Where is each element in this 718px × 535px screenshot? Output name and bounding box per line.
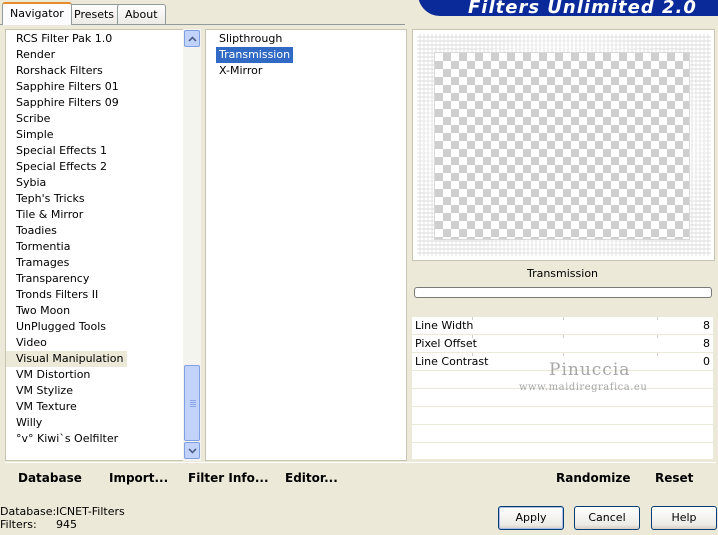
param-row-pixel-offset[interactable]: Pixel Offset 8 [412, 335, 713, 353]
watermark-url: www.maidiregrafica.eu [519, 382, 648, 393]
scroll-thumb[interactable] [184, 365, 200, 441]
filters-status-label: Filters: [0, 518, 37, 531]
preview-filter-name: Transmission [526, 267, 599, 280]
category-item[interactable]: UnPlugged Tools [6, 319, 106, 335]
param-label: Line Contrast [415, 355, 489, 368]
param-row-line-width[interactable]: Line Width 8 [412, 317, 713, 335]
database-status-label: Database: [0, 505, 57, 518]
category-item[interactable]: VM Texture [6, 399, 77, 415]
watermark-title: Pinuccia [549, 360, 631, 380]
database-status-value: ICNET-Filters [56, 505, 125, 518]
chevron-down-icon [187, 447, 197, 454]
bottom-toolbar: Database Import... Filter Info... Editor… [5, 462, 716, 492]
apply-button[interactable]: Apply [498, 506, 564, 530]
category-item[interactable]: Sapphire Filters 09 [6, 95, 119, 111]
chevron-up-icon [187, 35, 197, 42]
param-value: 8 [703, 337, 710, 350]
editor-button[interactable]: Editor... [285, 471, 338, 485]
category-item[interactable]: Tramages [6, 255, 69, 271]
help-button[interactable]: Help [651, 506, 717, 530]
progress-bar [414, 287, 712, 298]
category-item[interactable]: VM Distortion [6, 367, 90, 383]
reset-button[interactable]: Reset [655, 471, 693, 485]
filter-item[interactable]: X-Mirror [216, 63, 265, 79]
category-item[interactable]: RCS Filter Pak 1.0 [6, 31, 112, 47]
param-value: 8 [703, 319, 710, 332]
cancel-button[interactable]: Cancel [574, 506, 640, 530]
category-item[interactable]: °v° Kiwi`s Oelfilter [6, 431, 118, 447]
category-item[interactable]: Two Moon [6, 303, 70, 319]
preview-image [434, 52, 690, 240]
filter-item[interactable]: Transmission [216, 47, 294, 63]
category-scrollbar[interactable] [183, 29, 201, 461]
category-item[interactable]: Sapphire Filters 01 [6, 79, 119, 95]
category-item[interactable]: Special Effects 1 [6, 143, 107, 159]
category-item[interactable]: Rorshack Filters [6, 63, 103, 79]
category-item[interactable]: Simple [6, 127, 54, 143]
filters-count-value: 945 [56, 518, 77, 531]
param-row-empty [412, 425, 713, 443]
category-item[interactable]: Render [6, 47, 55, 63]
param-label: Pixel Offset [415, 337, 477, 350]
import-button[interactable]: Import... [109, 471, 168, 485]
randomize-button[interactable]: Randomize [556, 471, 630, 485]
scroll-down-button[interactable] [184, 442, 200, 459]
category-item[interactable]: Toadies [6, 223, 57, 239]
category-item[interactable]: Scribe [6, 111, 50, 127]
category-item[interactable]: Tile & Mirror [6, 207, 83, 223]
category-item[interactable]: Tormentia [6, 239, 70, 255]
param-row-empty [412, 407, 713, 425]
param-row-empty [412, 443, 713, 460]
param-value: 0 [703, 355, 710, 368]
category-item[interactable]: Visual Manipulation [6, 351, 128, 367]
category-item[interactable]: Video [6, 335, 47, 351]
database-button[interactable]: Database [18, 471, 82, 485]
category-item[interactable]: Special Effects 2 [6, 159, 107, 175]
category-item[interactable]: Sybia [6, 175, 46, 191]
param-label: Line Width [415, 319, 474, 332]
app-title: Filters Unlimited 2.0 [468, 0, 697, 18]
category-item[interactable]: VM Stylize [6, 383, 73, 399]
scroll-up-button[interactable] [184, 30, 200, 47]
category-item[interactable]: Tronds Filters II [6, 287, 98, 303]
filter-info-button[interactable]: Filter Info... [188, 471, 269, 485]
tab-navigator[interactable]: Navigator [2, 2, 72, 25]
category-item[interactable]: Willy [6, 415, 42, 431]
filter-list[interactable]: Slipthrough Transmission X-Mirror [205, 29, 407, 461]
category-item[interactable]: Teph's Tricks [6, 191, 85, 207]
tab-presets[interactable]: Presets [66, 4, 123, 24]
category-list[interactable]: RCS Filter Pak 1.0 Render Rorshack Filters… [5, 29, 184, 461]
filter-item[interactable]: Slipthrough [216, 31, 285, 47]
category-item[interactable]: Transparency [6, 271, 89, 287]
tab-about[interactable]: About [117, 4, 166, 24]
